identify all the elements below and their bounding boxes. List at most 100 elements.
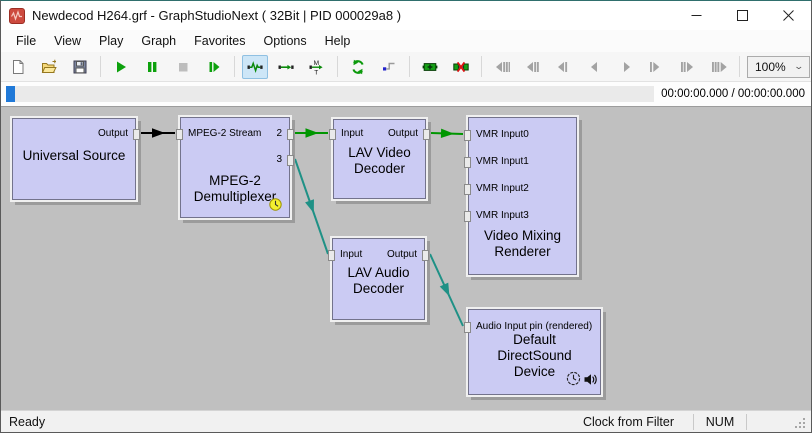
play-button[interactable] [108, 55, 134, 79]
signal-step-icon [381, 59, 397, 75]
step-frame-icon [206, 59, 222, 75]
resize-grip-icon [793, 416, 807, 430]
step-forward-button[interactable] [613, 55, 639, 79]
seek-forward-small-button[interactable] [644, 55, 670, 79]
insert-filter-button[interactable] [417, 55, 443, 79]
zoom-level-value: 100% [755, 60, 786, 74]
pin-label: VMR Input2 [476, 183, 529, 194]
minimize-button[interactable] [673, 1, 719, 30]
filter-lav-audio-decoder[interactable]: LAV AudioDecoderInputOutput [332, 238, 425, 320]
seek-forward-medium-button[interactable] [675, 55, 701, 79]
seek-fwd-2-icon [680, 59, 696, 75]
pin-connector[interactable] [287, 129, 294, 140]
svg-text:T: T [314, 69, 318, 75]
graph-signal-button[interactable] [376, 55, 402, 79]
filter-universal-source[interactable]: Universal SourceOutput [12, 118, 136, 200]
pause-icon [144, 59, 160, 75]
pin-label: Audio Input pin (rendered) [476, 321, 592, 332]
pin-connector[interactable] [464, 130, 471, 141]
pause-button[interactable] [139, 55, 165, 79]
open-file-button[interactable] [36, 55, 62, 79]
filter-name: LAV Video [334, 145, 425, 161]
filter-mpeg2-demultiplexer[interactable]: MPEG-2DemultiplexerMPEG-2 Stream23 [180, 117, 290, 218]
stop-icon [175, 59, 191, 75]
new-graph-button[interactable] [5, 55, 31, 79]
seek-backward-large-button[interactable] [489, 55, 515, 79]
open-folder-icon [41, 59, 57, 75]
mediatype-connect-mode-button[interactable]: MT [304, 55, 330, 79]
clock-outline-icon [566, 371, 581, 386]
chevron-down-icon: ⌄ [793, 61, 804, 72]
filter-video-mixing-renderer[interactable]: Video MixingRendererVMR Input0VMR Input1… [468, 117, 577, 275]
zoom-level-select[interactable]: 100% ⌄ [747, 56, 810, 78]
pin-connector[interactable] [423, 129, 430, 140]
titlebar[interactable]: Newdecod H264.grf - GraphStudioNext ( 32… [1, 1, 811, 30]
filter-name: Decoder [333, 281, 424, 297]
statusbar: Ready Clock from Filter NUM [1, 410, 811, 433]
clock-yellow-icon [269, 198, 282, 211]
pin-connector[interactable] [133, 129, 140, 140]
pin-connector[interactable] [422, 250, 429, 261]
seek-backward-small-button[interactable] [551, 55, 577, 79]
app-window: Newdecod H264.grf - GraphStudioNext ( 32… [0, 0, 812, 433]
connection-arrowhead [440, 283, 454, 299]
filter-name: Universal Source [13, 148, 135, 164]
connection-arrowhead [305, 199, 318, 214]
seek-fwd-0-icon [618, 59, 634, 75]
filter-default-directsound-device[interactable]: DefaultDirectSoundDeviceAudio Input pin … [468, 309, 601, 395]
graph-canvas[interactable]: Universal SourceOutputMPEG-2Demultiplexe… [1, 106, 811, 410]
pin-connector[interactable] [328, 250, 335, 261]
step-backward-button[interactable] [582, 55, 608, 79]
pin-connector[interactable] [287, 155, 294, 166]
status-clock-source: Clock from Filter [581, 415, 693, 429]
seek-fwd-1-icon [649, 59, 665, 75]
pin-connector[interactable] [464, 184, 471, 195]
filter-lav-video-decoder[interactable]: LAV VideoDecoderInputOutput [333, 119, 426, 199]
filter-name: DirectSound [469, 348, 600, 364]
pin-connector[interactable] [329, 129, 336, 140]
toolbar-separator [481, 56, 482, 77]
seek-back-0-icon [587, 59, 603, 75]
menu-play[interactable]: Play [90, 31, 132, 51]
seek-forward-large-button[interactable] [706, 55, 732, 79]
time-display: 00:00:00.000 / 00:00:00.000 [661, 88, 806, 100]
resize-grip[interactable] [793, 416, 809, 432]
menu-file[interactable]: File [7, 31, 45, 51]
play-icon [113, 59, 129, 75]
connect-intelligent-icon [247, 59, 263, 75]
seek-backward-medium-button[interactable] [520, 55, 546, 79]
pin-connector[interactable] [464, 211, 471, 222]
close-icon [783, 10, 794, 21]
save-file-button[interactable] [67, 55, 93, 79]
close-button[interactable] [765, 1, 811, 30]
filter-name: Video Mixing [469, 228, 576, 244]
pin-connector[interactable] [464, 322, 471, 333]
menubar: FileViewPlayGraphFavoritesOptionsHelp [1, 30, 811, 52]
connect-mediatype-icon: MT [309, 59, 325, 75]
menu-favorites[interactable]: Favorites [185, 31, 254, 51]
intelligent-connect-mode-button[interactable] [242, 55, 268, 79]
menu-view[interactable]: View [45, 31, 90, 51]
pin-label: VMR Input0 [476, 129, 529, 140]
frame-step-button[interactable] [201, 55, 227, 79]
menu-options[interactable]: Options [255, 31, 316, 51]
speaker-icon [583, 372, 598, 387]
app-icon [9, 8, 25, 24]
maximize-button[interactable] [719, 1, 765, 30]
window-title: Newdecod H264.grf - GraphStudioNext ( 32… [32, 8, 673, 23]
direct-connect-mode-button[interactable] [273, 55, 299, 79]
refresh-graph-button[interactable] [345, 55, 371, 79]
seek-bar[interactable] [6, 86, 654, 102]
pin-label: Output [387, 249, 417, 260]
maximize-icon [737, 10, 748, 21]
connection-arrowhead [152, 128, 165, 137]
connection-arrowhead [441, 129, 454, 139]
pin-connector[interactable] [464, 157, 471, 168]
filter-name: LAV Audio [333, 265, 424, 281]
menu-graph[interactable]: Graph [132, 31, 185, 51]
pin-connector[interactable] [176, 129, 183, 140]
menu-help[interactable]: Help [316, 31, 360, 51]
stop-button[interactable] [170, 55, 196, 79]
svg-text:M: M [314, 60, 319, 67]
remove-connection-button[interactable] [448, 55, 474, 79]
